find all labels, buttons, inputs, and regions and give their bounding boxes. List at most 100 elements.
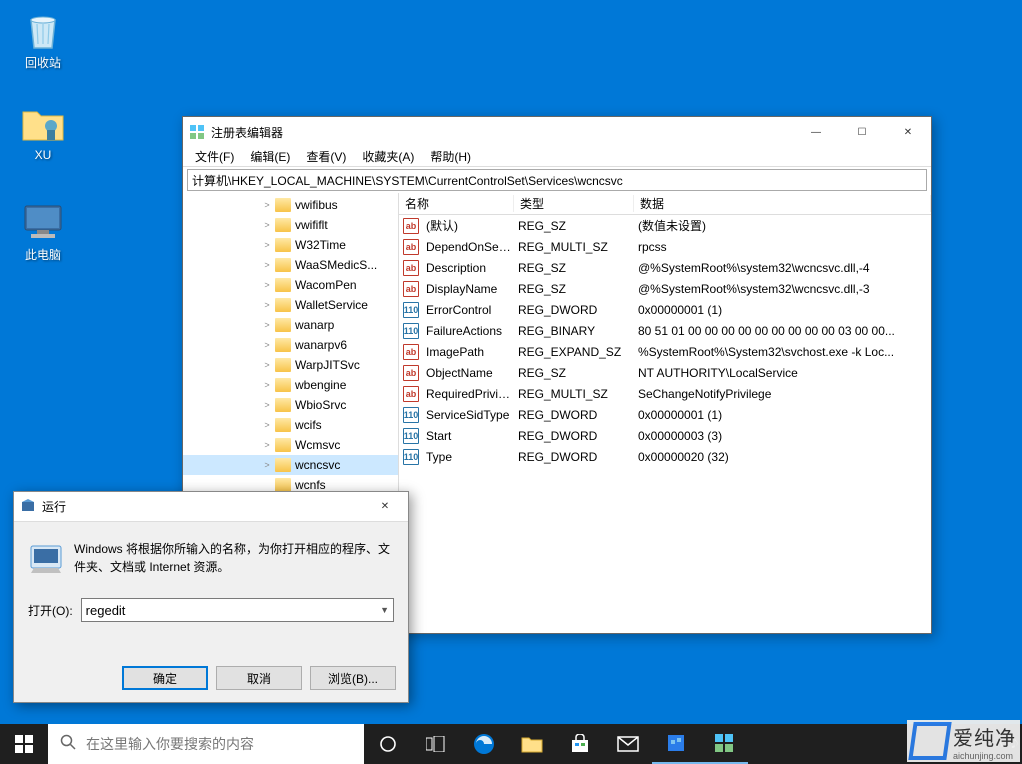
tree-item[interactable]: >vwifibus	[183, 195, 398, 215]
menu-edit[interactable]: 编辑(E)	[242, 148, 298, 165]
folder-icon	[275, 438, 291, 452]
value-row[interactable]: 110FailureActionsREG_BINARY80 51 01 00 0…	[399, 320, 931, 341]
expand-icon[interactable]: >	[261, 460, 273, 470]
tree-item[interactable]: >wanarp	[183, 315, 398, 335]
binary-value-icon: 110	[403, 302, 419, 318]
taskbar-explorer-icon[interactable]	[508, 724, 556, 764]
regedit-titlebar[interactable]: 注册表编辑器 — ☐ ✕	[183, 117, 931, 147]
expand-icon[interactable]: >	[261, 220, 273, 230]
minimize-button[interactable]: —	[793, 117, 839, 147]
value-name: Start	[423, 429, 515, 443]
value-row[interactable]: 110StartREG_DWORD0x00000003 (3)	[399, 425, 931, 446]
run-titlebar[interactable]: 运行 ✕	[14, 492, 408, 522]
expand-icon[interactable]: >	[261, 440, 273, 450]
value-row[interactable]: 110TypeREG_DWORD0x00000020 (32)	[399, 446, 931, 467]
value-type: REG_SZ	[515, 366, 635, 380]
regedit-address-bar[interactable]: 计算机\HKEY_LOCAL_MACHINE\SYSTEM\CurrentCon…	[187, 169, 927, 191]
folder-icon	[275, 218, 291, 232]
tree-item[interactable]: > vwififlt	[183, 215, 398, 235]
taskbar-edge-icon[interactable]	[460, 724, 508, 764]
regedit-values-panel[interactable]: 名称 类型 数据 ab(默认)REG_SZ(数值未设置)abDependOnSe…	[399, 193, 931, 631]
value-name: Type	[423, 450, 515, 464]
expand-icon[interactable]: >	[261, 240, 273, 250]
column-header-data[interactable]: 数据	[634, 195, 931, 212]
taskbar-search-box[interactable]: 在这里输入你要搜索的内容	[48, 724, 364, 764]
expand-icon[interactable]: >	[261, 420, 273, 430]
watermark: 爱纯净 aichunjing.com	[907, 720, 1020, 762]
run-ok-button[interactable]: 确定	[122, 666, 208, 690]
tree-item[interactable]: >WaaSMedicS...	[183, 255, 398, 275]
tree-item[interactable]: >WalletService	[183, 295, 398, 315]
expand-icon[interactable]: >	[261, 320, 273, 330]
start-button[interactable]	[0, 724, 48, 764]
tree-item[interactable]: >WbioSrvc	[183, 395, 398, 415]
run-open-combobox[interactable]: regedit ▼	[81, 598, 394, 622]
taskbar-store-icon[interactable]	[556, 724, 604, 764]
taskbar-app-icon[interactable]	[652, 724, 700, 764]
expand-icon[interactable]: >	[261, 340, 273, 350]
expand-icon[interactable]: >	[261, 360, 273, 370]
run-dialog-icon	[28, 540, 64, 576]
value-row[interactable]: abImagePathREG_EXPAND_SZ%SystemRoot%\Sys…	[399, 341, 931, 362]
tree-item[interactable]: >Wcmsvc	[183, 435, 398, 455]
tree-item[interactable]: >WarpJITSvc	[183, 355, 398, 375]
expand-icon[interactable]: >	[261, 400, 273, 410]
value-name: ErrorControl	[423, 303, 515, 317]
value-row[interactable]: ab(默认)REG_SZ(数值未设置)	[399, 215, 931, 236]
value-data: SeChangeNotifyPrivilege	[635, 387, 931, 401]
folder-icon	[275, 478, 291, 492]
menu-help[interactable]: 帮助(H)	[422, 148, 479, 165]
tree-item[interactable]: >W32Time	[183, 235, 398, 255]
value-row[interactable]: abRequiredPrivile...REG_MULTI_SZSeChange…	[399, 383, 931, 404]
desktop-icon-xu-folder[interactable]: XU	[8, 102, 78, 162]
value-row[interactable]: 110ServiceSidTypeREG_DWORD0x00000001 (1)	[399, 404, 931, 425]
column-header-type[interactable]: 类型	[514, 195, 634, 212]
run-open-label: 打开(O):	[28, 602, 73, 619]
binary-value-icon: 110	[403, 428, 419, 444]
value-row[interactable]: 110ErrorControlREG_DWORD0x00000001 (1)	[399, 299, 931, 320]
value-name: ObjectName	[423, 366, 515, 380]
tree-item[interactable]: >wbengine	[183, 375, 398, 395]
maximize-button[interactable]: ☐	[839, 117, 885, 147]
value-type: REG_MULTI_SZ	[515, 387, 635, 401]
menu-view[interactable]: 查看(V)	[298, 148, 354, 165]
run-dialog: 运行 ✕ Windows 将根据你所输入的名称，为你打开相应的程序、文件夹、文档…	[13, 491, 409, 703]
taskbar-mail-icon[interactable]	[604, 724, 652, 764]
string-value-icon: ab	[403, 260, 419, 276]
binary-value-icon: 110	[403, 407, 419, 423]
column-header-name[interactable]: 名称	[399, 195, 514, 212]
run-browse-button[interactable]: 浏览(B)...	[310, 666, 396, 690]
search-placeholder: 在这里输入你要搜索的内容	[86, 734, 254, 754]
close-button[interactable]: ✕	[885, 117, 931, 147]
tree-item[interactable]: >WacomPen	[183, 275, 398, 295]
value-type: REG_DWORD	[515, 408, 635, 422]
value-type: REG_BINARY	[515, 324, 635, 338]
tree-item[interactable]: >wcifs	[183, 415, 398, 435]
value-row[interactable]: abDisplayNameREG_SZ@%SystemRoot%\system3…	[399, 278, 931, 299]
menu-file[interactable]: 文件(F)	[187, 148, 242, 165]
desktop-icon-recycle-bin[interactable]: 回收站	[8, 8, 78, 71]
tree-item-label: vwififlt	[295, 218, 328, 232]
run-cancel-button[interactable]: 取消	[216, 666, 302, 690]
expand-icon[interactable]: >	[261, 200, 273, 210]
string-value-icon: ab	[403, 386, 419, 402]
tree-item[interactable]: >wcncsvc	[183, 455, 398, 475]
value-name: DisplayName	[423, 282, 515, 296]
run-close-button[interactable]: ✕	[362, 492, 408, 521]
taskbar: 在这里输入你要搜索的内容 ˄ 𝅘𝅥𝅮	[0, 724, 1022, 764]
menu-favorites[interactable]: 收藏夹(A)	[354, 148, 422, 165]
value-row[interactable]: abObjectNameREG_SZNT AUTHORITY\LocalServ…	[399, 362, 931, 383]
expand-icon[interactable]: >	[261, 280, 273, 290]
tree-item[interactable]: >wanarpv6	[183, 335, 398, 355]
value-row[interactable]: abDescriptionREG_SZ@%SystemRoot%\system3…	[399, 257, 931, 278]
expand-icon[interactable]: >	[261, 260, 273, 270]
desktop-icon-this-pc[interactable]: 此电脑	[8, 200, 78, 263]
taskbar-cortana-icon[interactable]	[364, 724, 412, 764]
taskbar-taskview-icon[interactable]	[412, 724, 460, 764]
expand-icon[interactable]: >	[261, 380, 273, 390]
taskbar-regedit-icon[interactable]	[700, 724, 748, 764]
expand-icon[interactable]: >	[261, 300, 273, 310]
value-type: REG_DWORD	[515, 450, 635, 464]
value-row[interactable]: abDependOnSer...REG_MULTI_SZrpcss	[399, 236, 931, 257]
recycle-bin-icon	[21, 8, 65, 52]
